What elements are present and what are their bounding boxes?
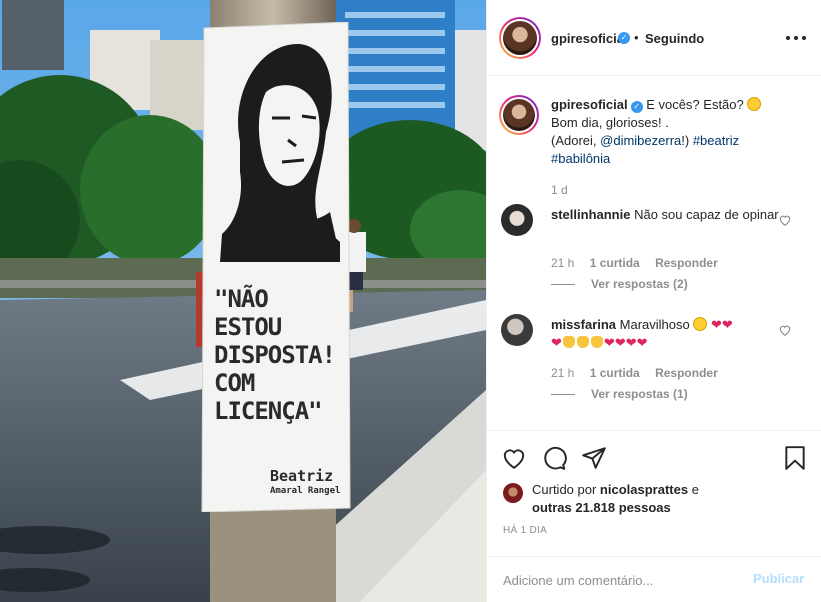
- comment-meta: 21 h 1 curtida Responder: [551, 256, 730, 270]
- bookmark-icon[interactable]: [782, 445, 808, 471]
- heart-emoji-icon: ❤: [710, 317, 722, 332]
- caption-part: !): [681, 133, 693, 148]
- clap-emoji-icon: [562, 336, 575, 348]
- reply-button[interactable]: Responder: [655, 256, 718, 270]
- comment-text: stellinhannie Não sou capaz de opinar: [551, 206, 781, 224]
- caption-username[interactable]: gpiresoficial: [551, 97, 628, 112]
- add-comment-bar: Publicar: [487, 556, 821, 602]
- caption-timestamp[interactable]: 1 d: [551, 183, 568, 197]
- caption-text: gpiresoficial ✓ E vocês? Estão? Bom dia, …: [551, 96, 801, 168]
- verified-icon: ✓: [618, 32, 630, 44]
- post-actions: Curtido por nicolasprattes e outras 21.8…: [487, 430, 821, 602]
- heart-icon[interactable]: [501, 445, 527, 471]
- view-replies-label: Ver respostas (1): [591, 387, 688, 401]
- separator-dot: •: [634, 30, 639, 45]
- view-replies-label: Ver respostas (2): [591, 277, 688, 291]
- comment-like-heart-icon[interactable]: [778, 323, 792, 337]
- replies-line: [551, 394, 575, 396]
- share-icon[interactable]: [581, 445, 607, 471]
- avatar[interactable]: [503, 483, 523, 503]
- poster-signature-name: Beatriz: [270, 467, 334, 485]
- story-ring[interactable]: [499, 17, 541, 59]
- poster-line: COM: [214, 369, 255, 397]
- caption-part: E vocês? Estão?: [642, 97, 748, 112]
- more-options-icon[interactable]: [784, 28, 808, 48]
- hashtag-link[interactable]: #babilônia: [551, 151, 610, 166]
- post-header: gpiresoficial ✓ • Seguindo: [487, 0, 821, 76]
- mention-link[interactable]: @dimibezerra: [600, 133, 681, 148]
- poster-quote: "NÃO ESTOU DISPOSTA! COM LICENÇA": [214, 285, 344, 425]
- comment-body: Maravilhoso: [616, 317, 694, 332]
- comment-timestamp[interactable]: 21 h: [551, 366, 574, 380]
- poster-line: LICENÇA": [214, 397, 323, 425]
- story-ring[interactable]: [499, 95, 539, 135]
- heart-emoji-icon: ❤: [551, 335, 562, 350]
- caption-part: Bom dia, glorioses! .: [551, 115, 669, 130]
- poster-signature-surname: Amaral Rangel: [270, 486, 341, 496]
- laughing-face-emoji-icon: [693, 317, 708, 331]
- paper-poster: "NÃO ESTOU DISPOSTA! COM LICENÇA" Beatri…: [200, 22, 352, 512]
- poster-paper: [201, 22, 351, 512]
- reply-button[interactable]: Responder: [655, 366, 718, 380]
- view-replies-button[interactable]: Ver respostas (2): [551, 277, 688, 291]
- likes-prefix: Curtido por: [532, 482, 600, 497]
- comment-body: Não sou capaz de opinar: [630, 207, 779, 222]
- comment-meta: 21 h 1 curtida Responder: [551, 366, 730, 380]
- likes-others-button[interactable]: outras 21.818 pessoas: [532, 500, 671, 515]
- heart-emoji-icon: ❤: [636, 335, 648, 350]
- comment-input[interactable]: [503, 570, 743, 590]
- author-username[interactable]: gpiresoficial: [551, 31, 628, 46]
- clap-emoji-icon: [576, 336, 589, 348]
- poster-line: "NÃO: [214, 285, 269, 313]
- likes-middle: e: [688, 482, 699, 497]
- comment-text: missfarina Maravilhoso ❤❤ ❤ ❤❤❤❤: [551, 316, 781, 352]
- poster-line: DISPOSTA!: [214, 341, 336, 369]
- comment-icon[interactable]: [541, 445, 567, 471]
- heart-emoji-icon: ❤: [614, 335, 626, 350]
- post-timestamp[interactable]: HÁ 1 DIA: [503, 525, 547, 536]
- avatar[interactable]: [501, 314, 533, 346]
- avatar[interactable]: [503, 21, 537, 55]
- hashtag-link[interactable]: #beatriz: [693, 133, 739, 148]
- clap-emoji-icon: [590, 336, 603, 348]
- heart-emoji-icon: ❤: [603, 335, 615, 350]
- caption-part: (Adorei,: [551, 133, 601, 148]
- poster-signature: Beatriz Amaral Rangel: [270, 467, 340, 496]
- comment-timestamp[interactable]: 21 h: [551, 256, 574, 270]
- heart-emoji-icon: ❤: [721, 317, 733, 332]
- grinning-face-emoji-icon: [747, 97, 762, 111]
- comment-likes[interactable]: 1 curtida: [590, 256, 640, 270]
- comment-username[interactable]: missfarina: [551, 317, 616, 332]
- liker-username[interactable]: nicolasprattes: [600, 482, 688, 497]
- view-replies-button[interactable]: Ver respostas (1): [551, 387, 688, 401]
- comment-likes[interactable]: 1 curtida: [590, 366, 640, 380]
- post-photo[interactable]: "NÃO ESTOU DISPOSTA! COM LICENÇA" Beatri…: [0, 0, 486, 602]
- comment-like-heart-icon[interactable]: [778, 213, 792, 227]
- post-comment-button[interactable]: Publicar: [753, 571, 804, 586]
- comments-list[interactable]: gpiresoficial ✓ E vocês? Estão? Bom dia, …: [487, 77, 821, 429]
- verified-icon: ✓: [630, 101, 643, 113]
- post-side-panel: gpiresoficial ✓ • Seguindo gpiresoficial…: [486, 0, 821, 602]
- replies-line: [551, 284, 575, 286]
- avatar[interactable]: [503, 99, 535, 131]
- poster-line: ESTOU: [214, 313, 282, 341]
- comment-username[interactable]: stellinhannie: [551, 207, 630, 222]
- following-button[interactable]: Seguindo: [645, 31, 704, 46]
- heart-emoji-icon: ❤: [625, 335, 637, 350]
- avatar[interactable]: [501, 204, 533, 236]
